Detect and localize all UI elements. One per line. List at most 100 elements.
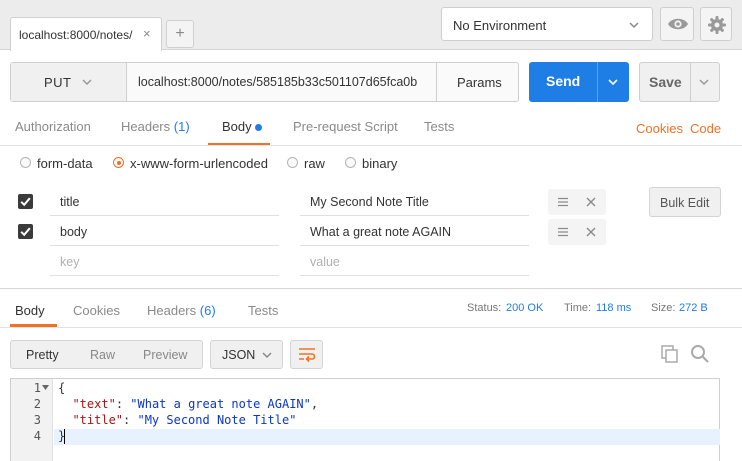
save-label: Save — [649, 74, 682, 90]
response-tab-headers-label: Headers — [147, 303, 197, 318]
radio-urlencoded-label: x-www-form-urlencoded — [130, 156, 268, 171]
tab-authorization[interactable]: Authorization — [15, 119, 91, 134]
row-1-value[interactable]: My Second Note Title — [310, 195, 429, 209]
size-value: 272 B — [679, 302, 708, 314]
delete-icon[interactable] — [586, 227, 596, 237]
save-divider — [690, 63, 691, 101]
view-raw[interactable]: Raw — [90, 348, 115, 362]
bulk-edit-button[interactable]: Bulk Edit — [649, 187, 721, 217]
line-number: 2 — [33, 397, 41, 411]
text-cursor — [64, 429, 65, 444]
chevron-down-icon[interactable] — [607, 76, 619, 88]
status-value: 200 OK — [506, 302, 544, 314]
cookies-link[interactable]: Cookies — [636, 121, 683, 136]
radio-binary-label: binary — [362, 156, 398, 171]
wrap-lines-button[interactable] — [290, 340, 323, 369]
divider — [0, 145, 742, 146]
search-icon[interactable] — [690, 344, 710, 364]
send-divider — [597, 62, 598, 102]
value-underline — [300, 215, 529, 216]
request-tab-label: localhost:8000/notes/ — [19, 28, 133, 42]
row-2-value[interactable]: What a great note AGAIN — [310, 225, 451, 239]
method-select[interactable]: PUT — [11, 63, 127, 101]
environment-select[interactable]: No Environment — [441, 7, 653, 41]
chevron-down-icon — [262, 352, 272, 359]
params-label: Params — [457, 75, 502, 90]
url-input[interactable]: localhost:8000/notes/585185b33c501107d65… — [127, 63, 437, 101]
close-icon[interactable]: × — [143, 26, 151, 41]
chevron-down-icon — [629, 22, 639, 29]
drag-handle-icon[interactable] — [558, 227, 568, 237]
request-tab[interactable]: localhost:8000/notes/ × — [10, 17, 162, 51]
row-1-checkbox[interactable] — [18, 194, 33, 209]
radio-urlencoded[interactable] — [113, 157, 124, 168]
tab-prerequest-script[interactable]: Pre-request Script — [293, 119, 398, 134]
tab-tests[interactable]: Tests — [424, 119, 454, 134]
new-tab-button[interactable]: + — [166, 20, 194, 48]
send-label: Send — [546, 73, 581, 89]
checkbox-checked-icon — [20, 197, 31, 207]
send-button[interactable]: Send — [529, 62, 629, 102]
response-divider — [0, 288, 742, 289]
tab-headers-count: (1) — [173, 119, 190, 134]
value-underline — [300, 245, 529, 246]
view-pretty[interactable]: Pretty — [26, 348, 59, 362]
line-number: 4 — [33, 429, 41, 443]
response-body-editor[interactable]: 1 2 3 4 { "text": "What a great note AGA… — [10, 378, 720, 461]
drag-handle-icon[interactable] — [558, 197, 568, 207]
key-underline — [50, 215, 279, 216]
key-underline — [50, 275, 279, 276]
save-button[interactable]: Save — [639, 62, 720, 102]
environment-quick-look-button[interactable] — [660, 7, 694, 41]
tab-body[interactable]: Body — [222, 119, 252, 134]
response-tab-cookies[interactable]: Cookies — [73, 303, 120, 318]
response-tab-headers-count: (6) — [199, 303, 216, 318]
view-preview[interactable]: Preview — [143, 348, 187, 362]
time-value: 118 ms — [596, 302, 632, 314]
delete-icon[interactable] — [586, 197, 596, 207]
json-string: "What a great note AGAIN" — [130, 397, 311, 411]
params-button[interactable]: Params — [437, 63, 518, 101]
response-tab-body[interactable]: Body — [15, 303, 45, 318]
line-number: 1 — [33, 381, 41, 395]
json-key: "text" — [72, 397, 116, 411]
response-tab-tests[interactable]: Tests — [248, 303, 278, 318]
json-key: "title" — [72, 413, 124, 427]
line-number: 3 — [33, 413, 41, 427]
format-selected: JSON — [222, 348, 256, 362]
tab-headers[interactable]: Headers (1) — [121, 119, 190, 134]
radio-raw-label: raw — [304, 156, 325, 171]
response-tab-headers[interactable]: Headers (6) — [147, 303, 216, 318]
radio-form-data[interactable] — [20, 157, 31, 168]
code-line: { — [58, 381, 66, 395]
fold-arrow-icon[interactable] — [42, 385, 49, 391]
copy-icon[interactable] — [661, 345, 679, 363]
request-bar: PUT localhost:8000/notes/585185b33c50110… — [10, 62, 519, 102]
scrollbar[interactable] — [720, 378, 742, 461]
chevron-down-icon[interactable] — [698, 76, 710, 88]
row-2-actions — [548, 219, 606, 245]
radio-raw[interactable] — [287, 157, 298, 168]
divider — [0, 327, 742, 328]
eye-icon — [668, 18, 688, 30]
url-text: localhost:8000/notes/585185b33c501107d65… — [138, 75, 418, 89]
row-1-key[interactable]: title — [60, 195, 79, 209]
json-string: "My Second Note Title" — [137, 413, 297, 427]
checkbox-checked-icon — [20, 227, 31, 237]
body-modified-dot — [255, 124, 262, 131]
json-comma: , — [310, 397, 319, 411]
format-select[interactable]: JSON — [210, 340, 283, 369]
gear-icon — [708, 16, 726, 34]
new-key-input[interactable]: key — [60, 255, 79, 269]
row-2-checkbox[interactable] — [18, 224, 33, 239]
code-line: "title": "My Second Note Title" — [72, 413, 297, 427]
settings-button[interactable] — [700, 7, 732, 41]
environment-selected: No Environment — [453, 18, 547, 33]
row-2-key[interactable]: body — [60, 225, 87, 239]
code-link[interactable]: Code — [690, 121, 721, 136]
code-line: "text": "What a great note AGAIN", — [72, 397, 319, 411]
new-value-input[interactable]: value — [310, 255, 340, 269]
tab-headers-label: Headers — [121, 119, 171, 134]
status-label: Status: — [467, 302, 502, 314]
radio-binary[interactable] — [345, 157, 356, 168]
